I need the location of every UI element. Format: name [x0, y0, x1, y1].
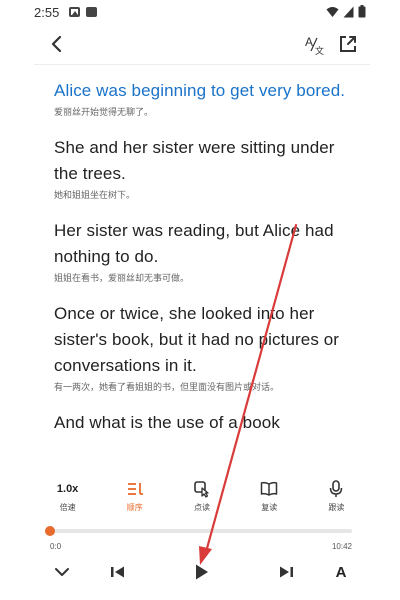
reader-toolbar: A 文	[0, 24, 400, 64]
speed-button[interactable]: 1.0x 倍速	[34, 478, 101, 518]
status-time: 2:55	[34, 4, 60, 20]
tap-read-button[interactable]: 点读	[168, 478, 235, 518]
sentence-translation: 爱丽丝开始觉得无聊了。	[54, 108, 154, 118]
sentence-english[interactable]: Alice was beginning to get very bored.	[54, 78, 354, 104]
playback-progress-bar[interactable]	[45, 526, 352, 536]
back-button[interactable]	[44, 32, 70, 56]
mode-label: 点读	[194, 503, 210, 512]
photo-notification-icon	[69, 7, 81, 17]
mode-label: 复读	[261, 503, 278, 512]
mode-label: 倍速	[59, 503, 76, 512]
microphone-icon	[330, 480, 343, 497]
follow-read-button[interactable]: 跟读	[303, 478, 370, 518]
translate-icon: A 文	[305, 35, 324, 57]
translate-button[interactable]: A 文	[302, 32, 328, 58]
sentence-translation: 她和姐姐坐在树下。	[54, 191, 136, 201]
sentence-block[interactable]: Alice was beginning to get very bored. 爱…	[54, 78, 354, 121]
sentence-english[interactable]: And what is the use of a book	[54, 410, 354, 436]
play-button[interactable]	[188, 560, 216, 584]
share-icon	[340, 36, 356, 52]
sentence-block[interactable]: She and her sister were sitting under th…	[54, 135, 354, 204]
signal-icon	[343, 6, 354, 17]
sentence-translation: 姐姐在看书，爱丽丝却无事可做。	[54, 274, 190, 284]
sentence-block[interactable]: And what is the use of a book	[54, 410, 354, 436]
book-repeat-icon	[260, 481, 278, 496]
skip-previous-icon	[111, 566, 124, 578]
app-notification-icon	[86, 7, 98, 17]
reading-content[interactable]: Alice was beginning to get very bored. 爱…	[54, 78, 354, 458]
chevron-left-icon	[51, 35, 62, 53]
share-button[interactable]	[336, 32, 360, 56]
reading-mode-bar: 1.0x 倍速 顺序 点读 复读 跟读	[34, 478, 370, 518]
status-system-icons	[326, 5, 366, 18]
previous-button[interactable]	[106, 560, 130, 584]
svg-text:A: A	[305, 35, 313, 49]
sentence-block[interactable]: Her sister was reading, but Alice had no…	[54, 218, 354, 287]
mode-label: 顺序	[126, 503, 143, 512]
total-time: 10:42	[331, 542, 352, 551]
toolbar-divider	[34, 64, 370, 65]
repeat-button[interactable]: 复读	[236, 478, 303, 518]
font-size-button[interactable]: A	[330, 560, 352, 584]
elapsed-time: 0:0	[50, 542, 62, 551]
mode-label: 跟读	[328, 503, 345, 512]
skip-next-icon	[280, 566, 293, 578]
progress-knob[interactable]	[45, 526, 55, 536]
wifi-icon	[326, 6, 339, 17]
sentence-block[interactable]: Once or twice, she looked into her siste…	[54, 301, 354, 396]
chevron-down-icon	[55, 568, 69, 576]
sentence-translation: 有一两次，她看了看姐姐的书，但里面没有图片或对话。	[54, 383, 280, 393]
status-notification-icons	[69, 7, 98, 17]
svg-text:文: 文	[315, 45, 324, 57]
battery-icon	[358, 5, 366, 18]
sentence-english[interactable]: Once or twice, she looked into her siste…	[54, 301, 354, 379]
sentence-english[interactable]: Her sister was reading, but Alice had no…	[54, 218, 354, 270]
tap-read-icon	[194, 481, 209, 498]
sequence-icon	[127, 483, 143, 495]
status-bar: 2:55	[0, 0, 400, 24]
collapse-button[interactable]	[50, 560, 74, 584]
player-panel: 1.0x 倍速 顺序 点读 复读 跟读 0:0 10:42 A	[34, 466, 370, 600]
play-icon	[196, 564, 208, 580]
sentence-english[interactable]: She and her sister were sitting under th…	[54, 135, 354, 187]
order-mode-button[interactable]: 顺序	[101, 478, 168, 518]
next-button[interactable]	[274, 560, 298, 584]
speed-value: 1.0x	[56, 483, 79, 495]
playback-controls: A	[34, 560, 370, 584]
